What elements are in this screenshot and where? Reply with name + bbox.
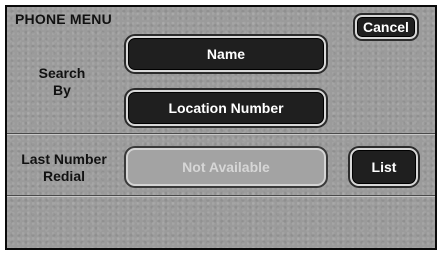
section-divider — [7, 133, 435, 135]
phone-menu-screen: PHONE MENU Cancel Name Search By Location… — [5, 5, 437, 250]
search-by-location-number-button[interactable]: Location Number — [126, 90, 326, 126]
search-by-label: Search By — [38, 65, 86, 98]
page-title: PHONE MENU — [15, 11, 112, 27]
last-number-redial-label: Last Number Redial — [21, 151, 107, 184]
last-number-redial-button: Not Available — [126, 148, 326, 186]
section-divider — [7, 195, 435, 197]
cancel-button[interactable]: Cancel — [355, 15, 417, 39]
list-button[interactable]: List — [350, 148, 418, 186]
search-by-name-button[interactable]: Name — [126, 36, 326, 72]
